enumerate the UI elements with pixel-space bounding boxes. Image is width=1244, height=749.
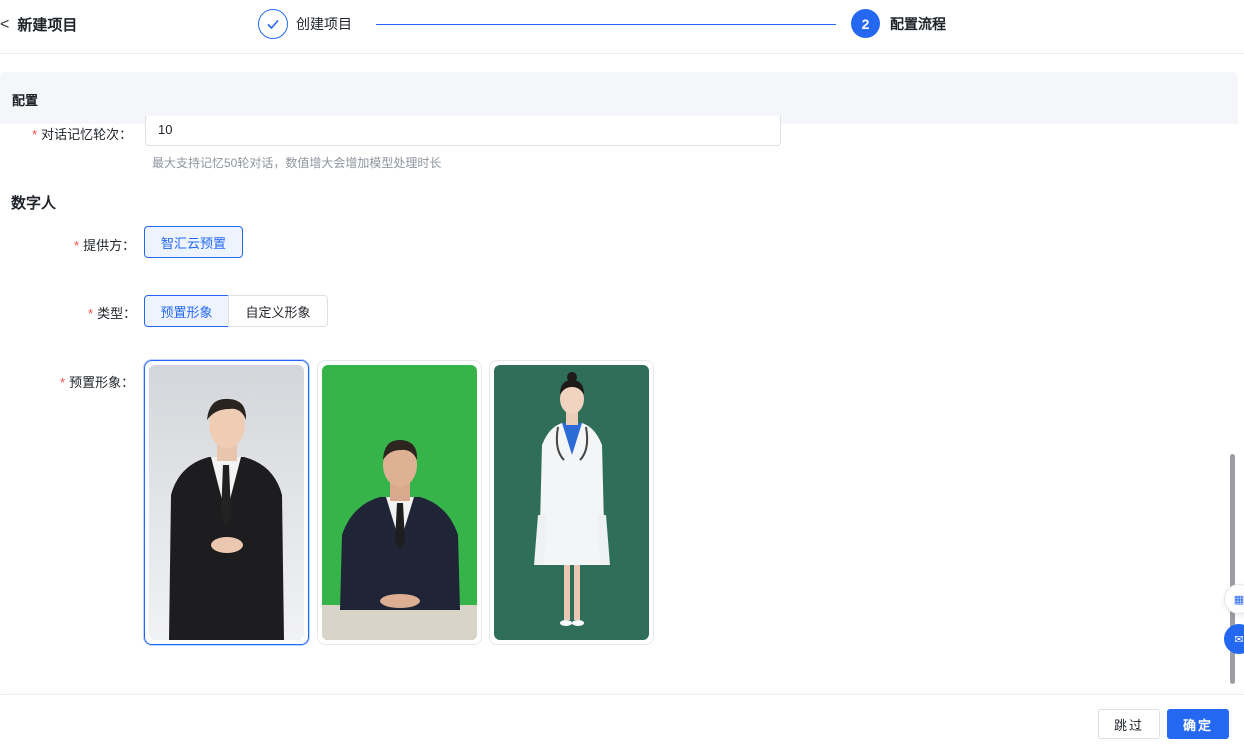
back-button[interactable]: < 新建项目 bbox=[0, 14, 77, 35]
page-title: 新建项目 bbox=[17, 17, 78, 34]
chat-float-icon[interactable]: ✉ bbox=[1224, 624, 1244, 654]
step-connector bbox=[376, 24, 836, 25]
memory-hint: 最大支持记忆50轮对话，数值增大会增加模型处理时长 bbox=[152, 156, 442, 170]
avatar-card-1[interactable] bbox=[144, 360, 309, 645]
step-configure-flow: 2 配置流程 bbox=[851, 9, 946, 38]
memory-rounds-input[interactable]: 10 bbox=[145, 116, 781, 146]
provider-option-zhihuiyun[interactable]: 智汇云预置 bbox=[144, 226, 243, 258]
type-option-custom[interactable]: 自定义形象 bbox=[228, 295, 328, 327]
avatar-image-female-doctor bbox=[494, 365, 649, 640]
avatar-card-3[interactable] bbox=[489, 360, 654, 645]
type-label: * 类型： bbox=[88, 306, 137, 321]
skip-button[interactable]: 跳过 bbox=[1098, 709, 1160, 739]
chevron-left-icon: < bbox=[0, 15, 10, 33]
check-icon bbox=[258, 9, 288, 39]
confirm-button[interactable]: 确定 bbox=[1167, 709, 1229, 739]
step-number: 2 bbox=[851, 9, 880, 38]
avatar-card-2[interactable] bbox=[317, 360, 482, 645]
step-create-project: 创建项目 bbox=[258, 9, 352, 39]
section-title: 配置 bbox=[12, 93, 39, 108]
memory-label: * 对话记忆轮次： bbox=[32, 127, 133, 142]
digital-human-title: 数字人 bbox=[11, 195, 57, 212]
provider-label: * 提供方： bbox=[74, 238, 136, 253]
main-content: 配置 * 对话记忆轮次： 10 最大支持记忆50轮对话，数值增大会增加模型处理时长… bbox=[0, 54, 1244, 694]
step-label: 创建项目 bbox=[296, 16, 352, 32]
step-label: 配置流程 bbox=[890, 15, 946, 32]
footer-bar: 跳过 确定 bbox=[0, 694, 1244, 749]
qr-float-icon[interactable]: ▦ bbox=[1224, 584, 1244, 614]
type-option-preset[interactable]: 预置形象 bbox=[144, 295, 229, 327]
top-bar: < 新建项目 创建项目 2 配置流程 bbox=[0, 0, 1244, 54]
avatar-image-man-green-screen bbox=[322, 365, 477, 640]
avatar-label: * 预置形象： bbox=[60, 375, 135, 390]
avatar-image-man-black-suit bbox=[149, 365, 304, 640]
